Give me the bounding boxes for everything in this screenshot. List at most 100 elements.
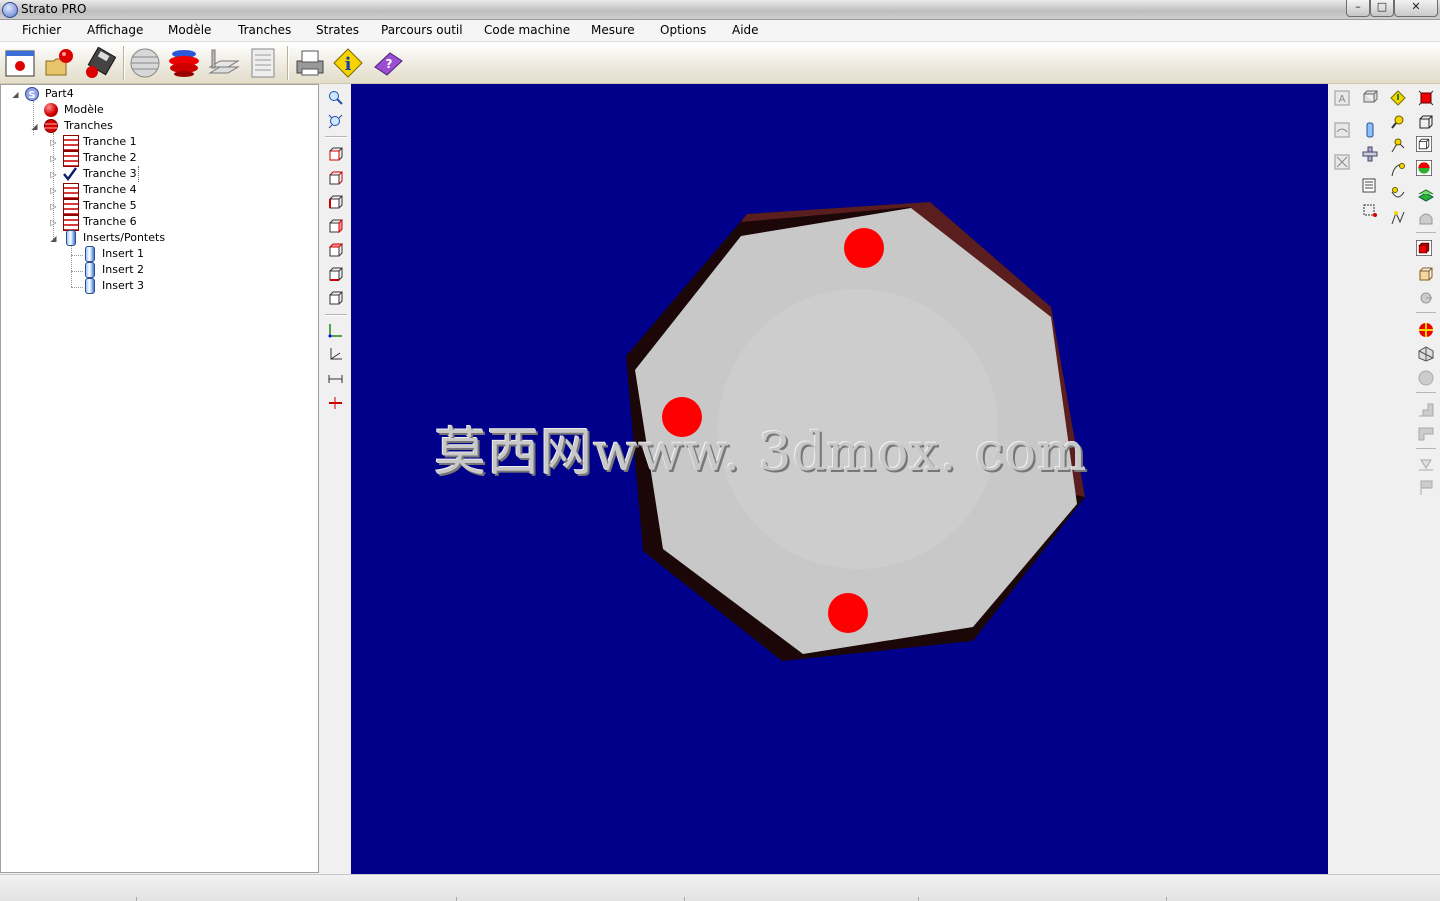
view-right-icon[interactable] <box>328 219 343 234</box>
spline-tool-icon[interactable] <box>1390 186 1406 202</box>
view-left-icon[interactable] <box>328 195 343 210</box>
view-toolbar <box>320 84 351 873</box>
curve-tool-icon[interactable] <box>1390 162 1406 178</box>
hidden-line-icon[interactable] <box>1416 136 1432 152</box>
toolbar-separator <box>325 314 347 316</box>
layers-stack-icon[interactable] <box>208 47 240 79</box>
tree-node-inserts[interactable]: ◢ Inserts/Pontets <box>1 230 301 246</box>
maximize-button[interactable]: □ <box>1370 0 1394 17</box>
menu-parcours-outil[interactable]: Parcours outil <box>381 23 463 37</box>
tree-node-insert[interactable]: Insert 2 <box>1 262 301 278</box>
delete-tool-icon[interactable] <box>1334 154 1350 170</box>
save-disk-icon[interactable] <box>84 47 116 79</box>
surface-tool-icon[interactable] <box>1334 122 1350 138</box>
view-front-icon[interactable] <box>328 147 343 162</box>
expand-arrow-icon[interactable]: ▷ <box>49 186 58 195</box>
collapse-arrow-icon[interactable]: ◢ <box>49 234 58 243</box>
step-profile-icon[interactable] <box>1418 402 1434 418</box>
axis-xy-icon[interactable] <box>328 323 343 338</box>
collapse-arrow-icon[interactable]: ◢ <box>11 90 20 99</box>
axis-rotate-icon[interactable] <box>328 347 343 362</box>
menu-mesure[interactable]: Mesure <box>591 23 635 37</box>
menu-tranches[interactable]: Tranches <box>238 23 291 37</box>
wireframe-box-icon[interactable] <box>1418 114 1434 130</box>
expand-arrow-icon[interactable]: ▷ <box>49 202 58 211</box>
box-outline-icon[interactable] <box>1418 266 1434 282</box>
shape-grey-icon[interactable] <box>1418 210 1434 226</box>
slice-layers-icon <box>63 151 79 167</box>
tree-node-tranches[interactable]: ◢ Tranches <box>1 118 301 134</box>
tree-node-modele[interactable]: Modèle <box>1 102 301 118</box>
sliced-model-icon[interactable] <box>168 47 200 79</box>
open-model-icon[interactable] <box>44 47 76 79</box>
help-book-icon[interactable]: ? <box>372 47 404 79</box>
toolbar-separator <box>1416 232 1436 233</box>
sphere-grey-icon[interactable] <box>1418 370 1434 386</box>
view-bottom-icon[interactable] <box>328 267 343 282</box>
printer-icon[interactable] <box>294 47 326 79</box>
section-plane-icon[interactable] <box>328 395 343 410</box>
expand-arrow-icon[interactable]: ▷ <box>49 138 58 147</box>
menu-strates[interactable]: Strates <box>316 23 359 37</box>
collapse-arrow-icon[interactable]: ◢ <box>30 122 39 131</box>
render-shaded-icon[interactable] <box>1418 90 1434 106</box>
new-part-icon[interactable] <box>4 47 36 79</box>
notch-profile-icon[interactable] <box>1418 426 1434 442</box>
view-top-icon[interactable] <box>328 243 343 258</box>
minimize-button[interactable]: – <box>1346 0 1370 17</box>
tree-node-insert[interactable]: Insert 3 <box>1 278 301 294</box>
menu-aide[interactable]: Aide <box>732 23 759 37</box>
point-tool-icon[interactable] <box>1390 114 1406 130</box>
menu-options[interactable]: Options <box>660 23 706 37</box>
menu-fichier[interactable]: Fichier <box>22 23 61 37</box>
tree-label: Part4 <box>45 87 74 100</box>
insert-marker[interactable] <box>828 593 868 633</box>
rotate-grey-icon[interactable] <box>1418 290 1434 306</box>
menu-bar: Fichier Affichage Modèle Tranches Strate… <box>0 20 1440 42</box>
path-tool-icon[interactable] <box>1390 138 1406 154</box>
expand-arrow-icon[interactable]: ▷ <box>49 154 58 163</box>
slicing-sphere-icon[interactable] <box>129 47 161 79</box>
insert-marker[interactable] <box>844 228 884 268</box>
menu-code-machine[interactable]: Code machine <box>484 23 570 37</box>
color-cube-icon[interactable] <box>1418 322 1434 338</box>
solid-box-icon[interactable] <box>1416 240 1432 256</box>
tree-node-insert[interactable]: Insert 1 <box>1 246 301 262</box>
toolbar-separator <box>1416 312 1436 313</box>
text-tool-icon[interactable]: A <box>1334 90 1350 106</box>
polyline-tool-icon[interactable] <box>1390 210 1406 226</box>
insert-cylinder-tool-icon[interactable] <box>1362 122 1378 138</box>
layer-green-icon[interactable] <box>1418 186 1434 202</box>
tree-node-slice[interactable]: ▷ Tranche 5 <box>1 198 301 215</box>
menu-affichage[interactable]: Affichage <box>87 23 143 37</box>
flag-tool-icon[interactable] <box>1418 480 1434 496</box>
warning-diamond-icon[interactable] <box>1390 90 1406 106</box>
tree-node-slice-selected[interactable]: ▷ Tranche 3 <box>1 166 301 182</box>
extrude-tool-icon[interactable] <box>1362 90 1378 106</box>
tree-node-slice[interactable]: ▷ Tranche 6 <box>1 214 301 231</box>
section-cube-icon[interactable] <box>1418 346 1434 362</box>
nc-table-icon[interactable] <box>248 47 280 79</box>
expand-arrow-icon[interactable]: ▷ <box>49 218 58 227</box>
measure-dist-icon[interactable] <box>328 371 343 386</box>
tree-node-slice[interactable]: ▷ Tranche 4 <box>1 182 301 199</box>
properties-list-icon[interactable] <box>1362 178 1378 194</box>
select-box-icon[interactable] <box>1362 202 1378 218</box>
close-button[interactable]: ✕ <box>1394 0 1438 17</box>
tree-label: Insert 1 <box>102 247 145 260</box>
tree-node-slice[interactable]: ▷ Tranche 1 <box>1 134 301 151</box>
status-separator <box>136 897 137 901</box>
expand-arrow-icon[interactable]: ▷ <box>49 170 58 179</box>
bridge-tool-icon[interactable] <box>1362 146 1378 162</box>
tree-node-slice[interactable]: ▷ Tranche 2 <box>1 150 301 167</box>
hatch-tool-icon[interactable] <box>1418 456 1434 472</box>
zoom-fit-icon[interactable] <box>328 114 343 129</box>
3d-viewport[interactable]: 莫西网www. 3dmox. com <box>351 84 1328 874</box>
info-icon[interactable]: i <box>332 47 364 79</box>
view-back-icon[interactable] <box>328 171 343 186</box>
tree-node-part4[interactable]: ◢ S Part4 <box>1 86 301 102</box>
color-sphere-icon[interactable] <box>1416 160 1432 176</box>
menu-modele[interactable]: Modèle <box>168 23 211 37</box>
zoom-window-icon[interactable] <box>328 90 343 105</box>
view-iso-icon[interactable] <box>328 291 343 306</box>
